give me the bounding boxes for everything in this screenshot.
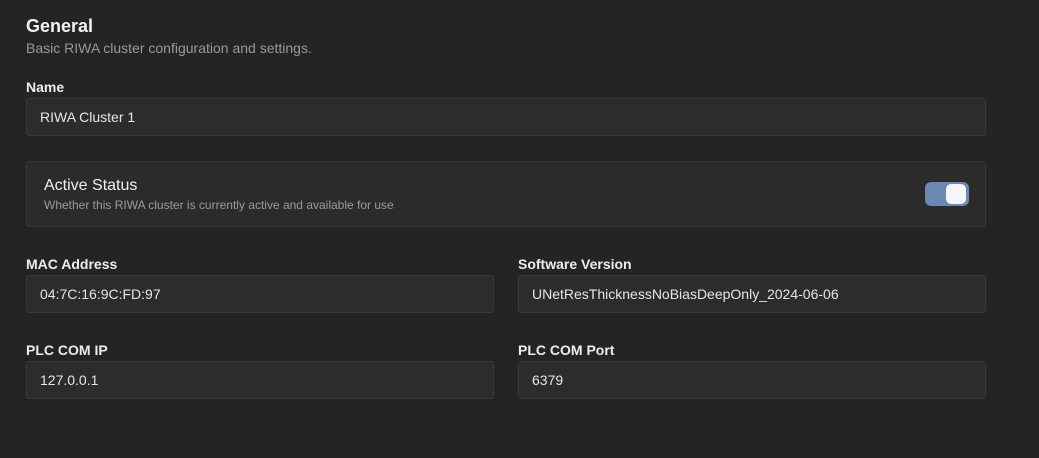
plc-row: PLC COM IP PLC COM Port — [26, 341, 986, 399]
general-settings-page: General Basic RIWA cluster configuration… — [0, 0, 1039, 458]
plc-com-ip-field-group: PLC COM IP — [26, 341, 494, 399]
name-field-group: Name — [26, 78, 986, 136]
name-label: Name — [26, 79, 65, 95]
active-status-description: Whether this RIWA cluster is currently a… — [44, 198, 394, 212]
plc-com-ip-input[interactable] — [26, 361, 494, 399]
software-version-label: Software Version — [518, 256, 632, 272]
plc-com-port-field-group: PLC COM Port — [518, 341, 986, 399]
toggle-knob — [946, 184, 966, 204]
mac-address-field-group: MAC Address — [26, 255, 494, 313]
active-status-card: Active Status Whether this RIWA cluster … — [26, 161, 986, 227]
plc-com-port-input[interactable] — [518, 361, 986, 399]
plc-com-port-label: PLC COM Port — [518, 342, 615, 358]
active-status-toggle[interactable] — [925, 182, 969, 206]
software-version-field-group: Software Version — [518, 255, 986, 313]
section-title: General — [26, 16, 94, 36]
active-status-title: Active Status — [44, 177, 138, 194]
name-input[interactable] — [26, 98, 986, 136]
network-row: MAC Address Software Version — [26, 255, 986, 313]
mac-address-input[interactable] — [26, 275, 494, 313]
software-version-input[interactable] — [518, 275, 986, 313]
mac-address-label: MAC Address — [26, 256, 118, 272]
plc-com-ip-label: PLC COM IP — [26, 342, 108, 358]
section-header: General Basic RIWA cluster configuration… — [26, 14, 986, 57]
section-description: Basic RIWA cluster configuration and set… — [26, 40, 312, 56]
